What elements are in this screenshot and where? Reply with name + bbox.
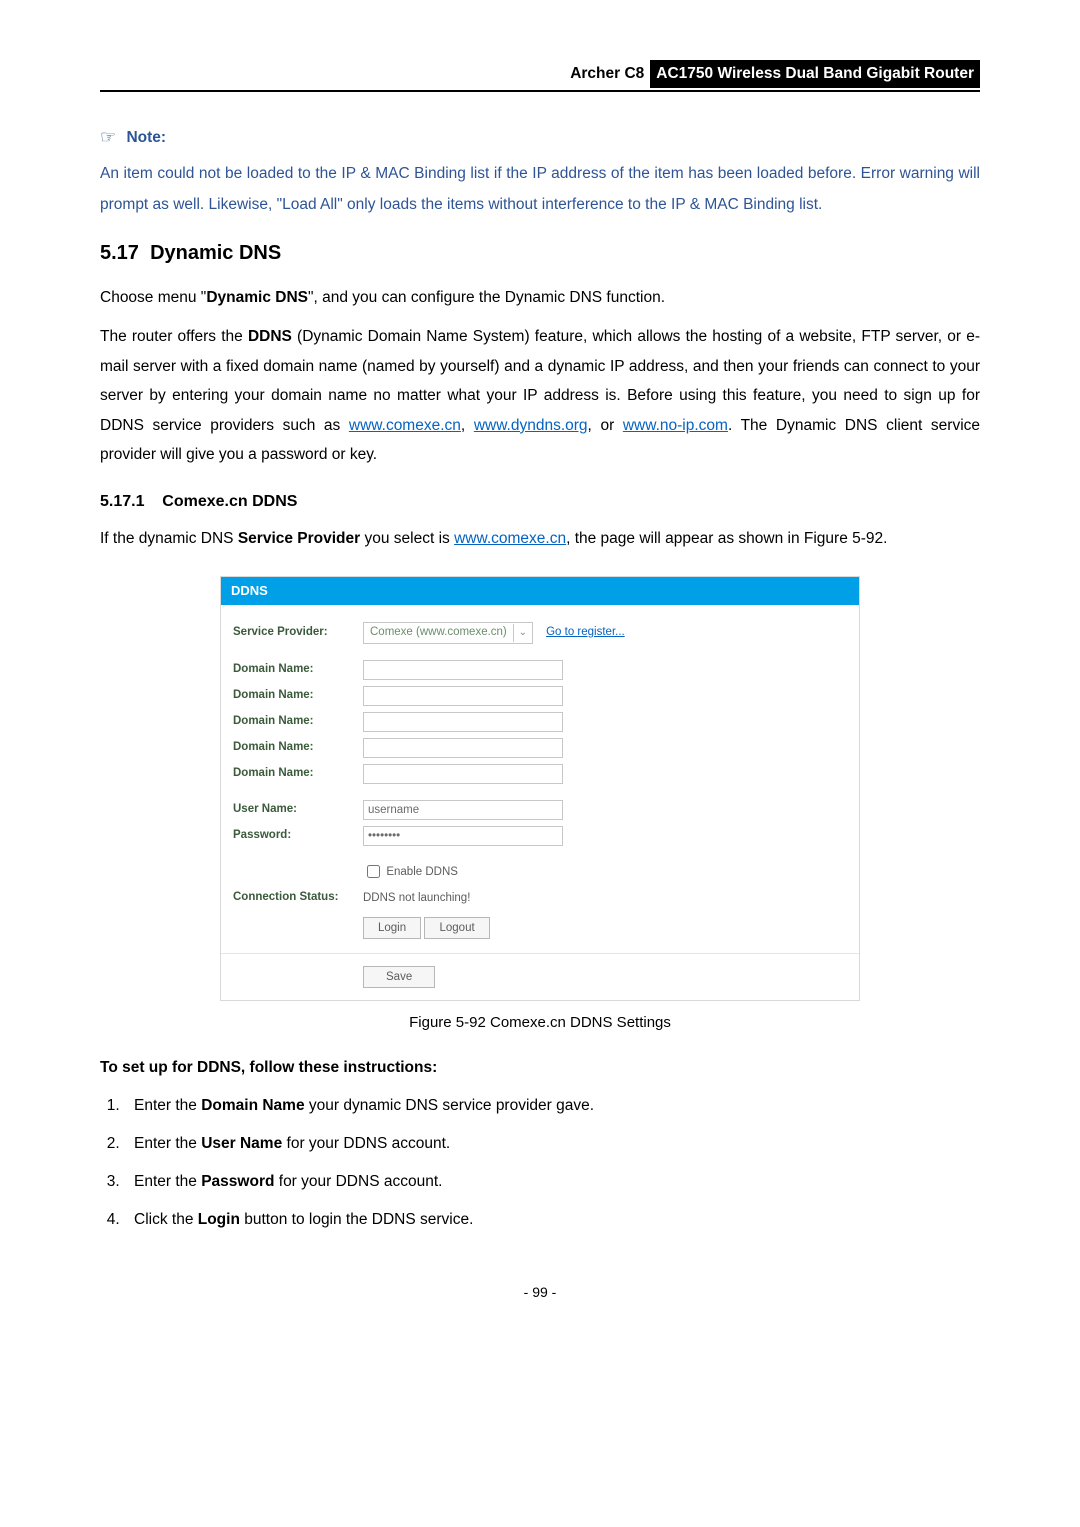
section-title: Dynamic DNS [150,242,281,264]
label-domain-name-3: Domain Name: [233,713,363,731]
login-button[interactable]: Login [363,917,421,939]
subsection-title: Comexe.cn DDNS [162,493,297,510]
label-user-name: User Name: [233,801,363,819]
list-item: Enter the Password for your DDNS account… [124,1170,980,1194]
label-domain-name-4: Domain Name: [233,739,363,757]
figure-ddns-settings: DDNS Service Provider: Comexe (www.comex… [220,576,860,1001]
header-model: Archer C8 [570,65,650,82]
section-number: 5.17 [100,242,139,264]
input-domain-name-3[interactable] [363,712,563,732]
input-domain-name-2[interactable] [363,686,563,706]
input-domain-name-4[interactable] [363,738,563,758]
note-label: Note: [126,129,166,146]
label-domain-name-1: Domain Name: [233,661,363,679]
logout-button[interactable]: Logout [424,917,489,939]
note-block: ☞ Note: An item could not be loaded to t… [100,124,980,220]
subsection-heading: 5.17.1 Comexe.cn DDNS [100,490,980,515]
label-connection-status: Connection Status: [233,889,363,907]
select-service-provider[interactable]: Comexe (www.comexe.cn) ⌄ [363,622,533,644]
paragraph-intro: Choose menu "Dynamic DNS", and you can c… [100,283,980,312]
label-password: Password: [233,827,363,845]
label-enable-ddns: Enable DDNS [386,866,458,878]
input-domain-name-5[interactable] [363,764,563,784]
list-item: Enter the User Name for your DDNS accoun… [124,1132,980,1156]
link-comexe-inline[interactable]: www.comexe.cn [454,530,566,547]
paragraph-ddns-desc: The router offers the DDNS (Dynamic Doma… [100,322,980,469]
save-button[interactable]: Save [363,966,435,988]
list-item: Enter the Domain Name your dynamic DNS s… [124,1094,980,1118]
section-heading: 5.17 Dynamic DNS [100,238,980,269]
checkbox-enable-ddns[interactable] [367,865,380,878]
select-value: Comexe (www.comexe.cn) [364,624,513,642]
card-title: DDNS [221,577,859,605]
note-text: An item could not be loaded to the IP & … [100,158,980,220]
chevron-down-icon: ⌄ [513,624,532,642]
link-go-to-register[interactable]: Go to register... [546,626,625,638]
paragraph-comexe-intro: If the dynamic DNS Service Provider you … [100,524,980,553]
input-password[interactable] [363,826,563,846]
link-comexe[interactable]: www.comexe.cn [349,417,461,434]
page-header: Archer C8AC1750 Wireless Dual Band Gigab… [100,60,980,92]
subsection-number: 5.17.1 [100,493,144,510]
page-number: - 99 - [100,1282,980,1304]
label-domain-name-2: Domain Name: [233,687,363,705]
figure-caption: Figure 5-92 Comexe.cn DDNS Settings [100,1011,980,1034]
hand-point-right-icon: ☞ [100,127,116,147]
instructions-list: Enter the Domain Name your dynamic DNS s… [124,1094,980,1232]
link-dyndns[interactable]: www.dyndns.org [474,417,588,434]
header-product: AC1750 Wireless Dual Band Gigabit Router [650,60,980,88]
link-noip[interactable]: www.no-ip.com [623,417,728,434]
label-service-provider: Service Provider: [233,624,363,642]
list-item: Click the Login button to login the DDNS… [124,1208,980,1232]
status-value: DDNS not launching! [363,892,470,904]
label-domain-name-5: Domain Name: [233,765,363,783]
input-user-name[interactable] [363,800,563,820]
instructions-heading: To set up for DDNS, follow these instruc… [100,1056,980,1080]
input-domain-name-1[interactable] [363,660,563,680]
